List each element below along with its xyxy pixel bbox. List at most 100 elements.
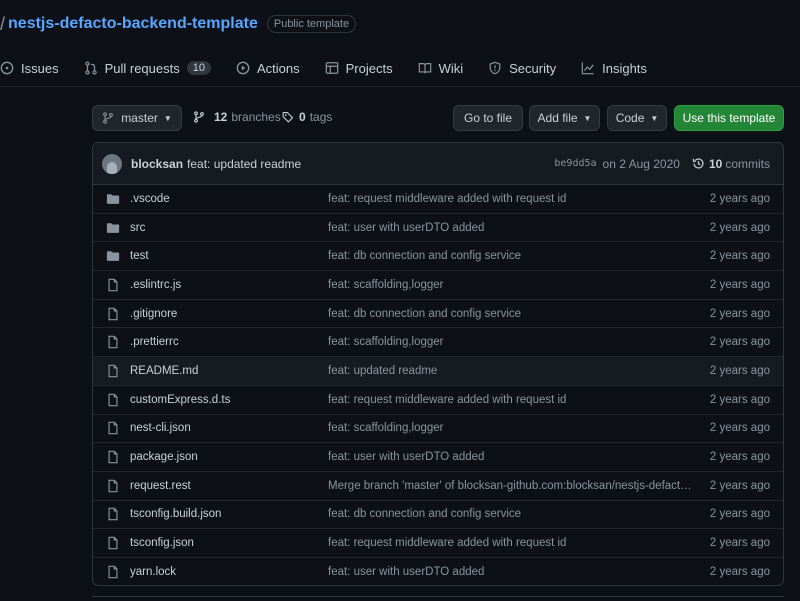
commits-count: 10 [708, 156, 723, 171]
repo-title-line: / nestjs-defacto-backend-template Public… [0, 13, 357, 35]
code-button[interactable]: Code ▼ [607, 105, 667, 131]
commit-sha[interactable]: be9dd5a [554, 158, 596, 169]
file-name-link[interactable]: customExpress.d.ts [130, 394, 328, 406]
book-icon [418, 63, 431, 74]
file-list: .vscode feat: request middleware added wi… [93, 185, 783, 585]
file-row[interactable]: tsconfig.build.json feat: db connection a… [93, 501, 783, 530]
file-icon [106, 450, 120, 464]
file-name-link[interactable]: test [130, 250, 328, 262]
file-age: 2 years ago [709, 393, 770, 406]
pull-request-icon [84, 61, 97, 75]
tab-projects[interactable]: Projects [325, 56, 393, 80]
avatar[interactable] [102, 153, 122, 174]
file-name-link[interactable]: src [130, 222, 328, 234]
tags-label: tags [309, 110, 333, 124]
file-row[interactable]: package.json feat: user with userDTO adde… [93, 443, 783, 472]
file-row[interactable]: request.rest Merge branch 'master' of blo… [93, 472, 783, 501]
chevron-down-icon: ▼ [583, 113, 592, 123]
file-name-link[interactable]: .eslintrc.js [130, 279, 328, 291]
file-age: 2 years ago [709, 192, 770, 205]
shield-icon [489, 61, 501, 75]
tags-count: 0 [299, 110, 306, 124]
file-age: 2 years ago [709, 221, 770, 234]
tab-insights[interactable]: Insights [581, 56, 647, 80]
tab-wiki[interactable]: Wiki [418, 56, 463, 80]
file-name-link[interactable]: tsconfig.build.json [130, 508, 328, 520]
play-icon [236, 61, 250, 75]
file-commit-message-link[interactable]: feat: request middleware added with requ… [328, 394, 696, 406]
file-icon [106, 479, 120, 493]
use-template-button[interactable]: Use this template [674, 105, 784, 131]
code-label: Code [615, 111, 645, 125]
commit-author[interactable]: blocksan [131, 157, 183, 171]
file-name-link[interactable]: .gitignore [130, 308, 328, 320]
file-name-link[interactable]: .prettierrc [130, 336, 328, 348]
file-name-link[interactable]: README.md [130, 365, 328, 377]
chevron-down-icon: ▼ [163, 113, 172, 123]
file-commit-message-link[interactable]: feat: db connection and config service [328, 308, 696, 320]
file-age: 2 years ago [709, 307, 770, 320]
file-row[interactable]: customExpress.d.ts feat: request middlewa… [93, 386, 783, 415]
file-commit-message-link[interactable]: feat: updated readme [328, 365, 696, 377]
tags-link[interactable]: 0 tags [282, 104, 332, 130]
file-commit-message-link[interactable]: feat: db connection and config service [328, 250, 696, 262]
file-name-link[interactable]: request.rest [130, 480, 328, 492]
add-file-button[interactable]: Add file ▼ [529, 105, 600, 131]
file-age: 2 years ago [709, 479, 770, 492]
file-commit-message-link[interactable]: feat: scaffolding,logger [328, 422, 696, 434]
use-template-label: Use this template [682, 111, 776, 125]
file-commit-message-link[interactable]: feat: user with userDTO added [328, 566, 696, 578]
file-icon [106, 565, 120, 579]
file-age: 2 years ago [709, 336, 770, 349]
commit-message[interactable]: feat: updated readme [187, 157, 301, 171]
file-row[interactable]: yarn.lock feat: user with userDTO added 2 … [93, 558, 783, 585]
go-to-file-button[interactable]: Go to file [453, 105, 523, 131]
file-row[interactable]: .eslintrc.js feat: scaffolding,logger 2 ye… [93, 271, 783, 300]
file-icon [106, 507, 120, 521]
file-icon [106, 364, 120, 378]
file-name-link[interactable]: nest-cli.json [130, 422, 328, 434]
file-icon [106, 278, 120, 292]
file-age: 2 years ago [709, 278, 770, 291]
file-name-link[interactable]: package.json [130, 451, 328, 463]
tab-actions[interactable]: Actions [236, 56, 300, 80]
tab-label: Projects [345, 60, 393, 76]
branch-name: master [121, 111, 158, 125]
file-icon [106, 393, 120, 407]
file-row[interactable]: src feat: user with userDTO added 2 years … [93, 214, 783, 243]
file-row[interactable]: nest-cli.json feat: scaffolding,logger 2 y… [93, 415, 783, 444]
file-commit-message-link[interactable]: feat: user with userDTO added [328, 451, 696, 463]
file-age: 2 years ago [709, 537, 770, 550]
file-commit-message-link[interactable]: feat: db connection and config service [328, 508, 696, 520]
file-commit-message-link[interactable]: feat: request middleware added with requ… [328, 537, 696, 549]
history-icon [692, 158, 704, 169]
file-commit-message-link[interactable]: feat: scaffolding,logger [328, 336, 696, 348]
file-name-link[interactable]: .vscode [130, 193, 328, 205]
tab-security[interactable]: Security [488, 56, 556, 80]
repo-name-link[interactable]: nestjs-defacto-backend-template [8, 15, 258, 33]
file-name-link[interactable]: tsconfig.json [130, 537, 328, 549]
file-row[interactable]: .prettierrc feat: scaffolding,logger 2 yea… [93, 328, 783, 358]
file-commit-message-link[interactable]: feat: user with userDTO added [328, 222, 696, 234]
tab-pull-requests[interactable]: Pull requests 10 [84, 56, 211, 80]
repo-header: / nestjs-defacto-backend-template Public… [0, 0, 800, 87]
file-row[interactable]: .gitignore feat: db connection and config… [93, 300, 783, 329]
file-row[interactable]: README.md feat: updated readme 2 years ago [93, 357, 783, 386]
file-row[interactable]: test feat: db connection and config servi… [93, 242, 783, 272]
table-icon [325, 62, 338, 74]
commits-link[interactable]: 10 commits [692, 157, 770, 171]
file-row[interactable]: .vscode feat: request middleware added wi… [93, 185, 783, 214]
file-commit-message-link[interactable]: feat: request middleware added with requ… [328, 193, 696, 205]
tab-issues[interactable]: Issues [0, 56, 59, 80]
commit-date: on 2 Aug 2020 [602, 156, 680, 171]
file-name-link[interactable]: yarn.lock [130, 566, 328, 578]
branch-selector-button[interactable]: master ▼ [92, 105, 182, 131]
branches-count: 12 [214, 110, 228, 124]
folder-icon [106, 192, 120, 206]
file-commit-message-link[interactable]: Merge branch 'master' of blocksan-github… [328, 480, 696, 492]
file-age: 2 years ago [709, 451, 770, 464]
branches-label: branches [231, 110, 281, 124]
branches-link[interactable]: 12 branches [193, 104, 281, 130]
file-row[interactable]: tsconfig.json feat: request middleware ad… [93, 529, 783, 558]
file-commit-message-link[interactable]: feat: scaffolding,logger [328, 279, 696, 291]
